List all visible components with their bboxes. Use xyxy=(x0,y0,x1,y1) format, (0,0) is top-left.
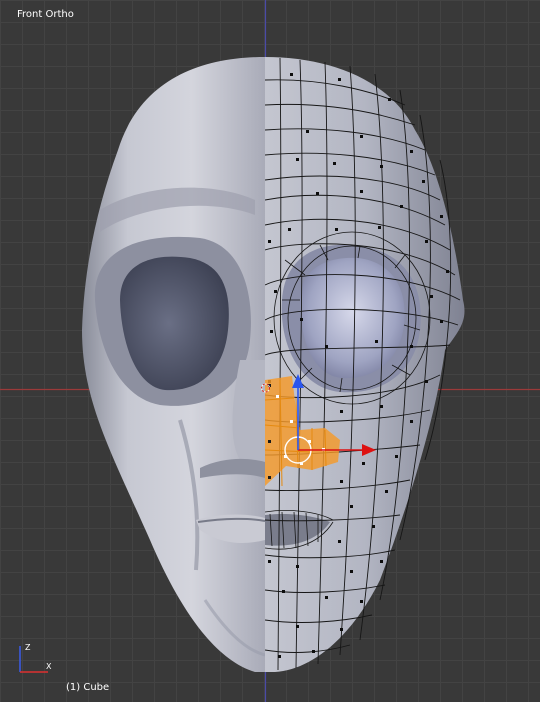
axis-gizmo: Z X xyxy=(19,643,52,673)
viewport-scene[interactable] xyxy=(0,0,540,702)
view-label: Front Ortho xyxy=(17,9,74,20)
head-mesh-smooth-half xyxy=(82,57,265,672)
active-object-label: (1) Cube xyxy=(66,682,110,693)
gizmo-z-label: Z xyxy=(25,643,31,652)
gizmo-x-label: X xyxy=(46,662,52,671)
head-mesh-wireframe-half xyxy=(265,57,465,672)
3d-viewport[interactable]: Front Ortho Z X (1) Cube xyxy=(0,0,540,702)
